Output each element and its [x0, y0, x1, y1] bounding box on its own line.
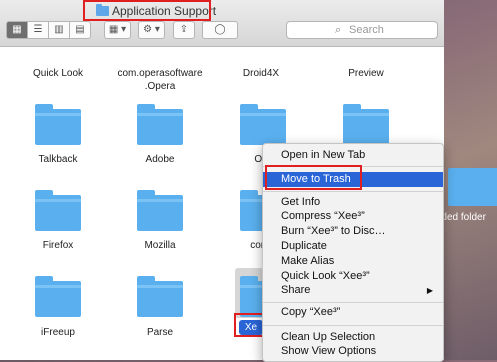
menu-item-label: Open in New Tab [281, 149, 366, 161]
folder-icon[interactable] [240, 104, 286, 145]
menu-item-get-info[interactable]: Get Info [263, 195, 443, 210]
menu-separator [263, 191, 443, 192]
file-item-label[interactable]: Parse [110, 326, 210, 339]
menu-item-make-alias[interactable]: Make Alias [263, 254, 443, 269]
search-icon: ⌕ [335, 24, 342, 36]
menu-item-open-new-tab[interactable]: Open in New Tab [263, 148, 443, 163]
share-icon[interactable]: ⇪ [173, 21, 195, 39]
menu-item-label: Share [281, 284, 311, 296]
desktop-folder-label[interactable]: tled folder [442, 212, 486, 223]
menu-item-label: Make Alias [281, 255, 335, 267]
file-item-label[interactable]: Preview [316, 67, 416, 80]
menu-item-label: Quick Look “Xee³” [281, 270, 370, 282]
file-item-label[interactable]: Talkback [8, 153, 108, 166]
search-input[interactable]: ⌕ Search [286, 21, 438, 39]
file-item-label[interactable]: Mozilla [110, 239, 210, 252]
menu-separator [263, 325, 443, 326]
menu-item-share[interactable]: Share ▶ [263, 283, 443, 298]
menu-item-compress[interactable]: Compress “Xee³” [263, 209, 443, 224]
folder-icon[interactable] [137, 104, 183, 145]
menu-item-show-view-options[interactable]: Show View Options [263, 344, 443, 359]
annotation-box-move-to-trash [265, 165, 362, 190]
menu-item-copy[interactable]: Copy “Xee³” [263, 305, 443, 320]
menu-item-clean-up-selection[interactable]: Clean Up Selection [263, 330, 443, 345]
submenu-arrow-icon: ▶ [426, 286, 433, 295]
folder-icon[interactable] [35, 276, 81, 317]
toolbar: Application Support ▦ ☰ ▥ ▤ ▦ ▾ ⚙ ▾ ⇪ ◯ … [0, 0, 444, 47]
list-view-icon[interactable]: ☰ [27, 21, 49, 39]
folder-icon[interactable] [137, 190, 183, 231]
search-placeholder: Search [349, 24, 384, 36]
menu-item-label: Show View Options [281, 345, 377, 357]
coverflow-view-icon[interactable]: ▤ [69, 21, 91, 39]
tag-icon[interactable]: ◯ [202, 21, 238, 39]
menu-item-label: Copy “Xee³” [281, 306, 341, 318]
file-item-label[interactable]: iFreeup [8, 326, 108, 339]
desktop-folder-icon[interactable] [448, 168, 497, 206]
menu-item-label: Get Info [281, 196, 321, 208]
view-mode-segment: ▦ ☰ ▥ ▤ [6, 21, 91, 39]
folder-icon[interactable] [35, 104, 81, 145]
menu-item-burn[interactable]: Burn “Xee³” to Disc… [263, 224, 443, 239]
menu-separator [263, 302, 443, 303]
icon-view-icon[interactable]: ▦ [6, 21, 28, 39]
file-item-label[interactable]: Droid4X [211, 67, 311, 80]
folder-icon[interactable] [343, 104, 389, 145]
file-item-label[interactable]: com.operasoftware .Opera [110, 67, 210, 93]
folder-icon[interactable] [35, 190, 81, 231]
arrange-button[interactable]: ▦ ▾ [104, 21, 131, 39]
menu-item-label: Duplicate [281, 240, 327, 252]
menu-item-quick-look[interactable]: Quick Look “Xee³” [263, 269, 443, 284]
file-item-label[interactable]: Adobe [110, 153, 210, 166]
menu-item-duplicate[interactable]: Duplicate [263, 239, 443, 254]
file-item-label[interactable]: Firefox [8, 239, 108, 252]
folder-icon[interactable] [137, 276, 183, 317]
menu-item-label: Clean Up Selection [281, 331, 376, 343]
annotation-box-title [83, 0, 211, 21]
gear-icon[interactable]: ⚙ ▾ [138, 21, 165, 39]
column-view-icon[interactable]: ▥ [48, 21, 70, 39]
menu-item-label: Compress “Xee³” [281, 210, 365, 222]
menu-item-label: Burn “Xee³” to Disc… [281, 225, 386, 237]
file-item-label[interactable]: Quick Look [8, 67, 108, 80]
